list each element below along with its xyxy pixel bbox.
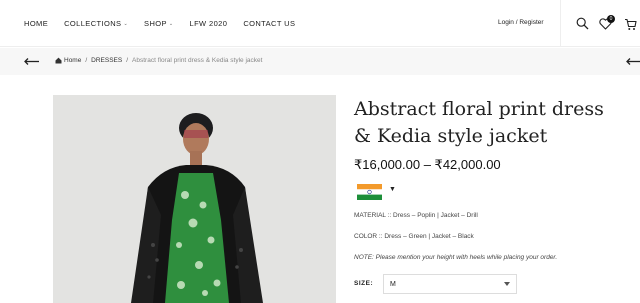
currency-dropdown-caret-icon[interactable]: ▼ [389, 186, 396, 193]
main-nav: HOME COLLECTIONS ⌄ SHOP ⌄ LFW 2020 CONTACT… [24, 0, 311, 47]
product-image[interactable] [53, 95, 336, 303]
breadcrumb-category[interactable]: DRESSES [91, 57, 122, 64]
cart-icon[interactable] [624, 18, 637, 31]
breadcrumb-separator: / [126, 57, 129, 64]
model-photo-illustration [53, 95, 336, 303]
product-material: MATERIAL :: Dress – Poplin | Jacket – Dr… [354, 212, 478, 219]
nav-contact-us[interactable]: CONTACT US [243, 19, 295, 28]
site-header: HOME COLLECTIONS ⌄ SHOP ⌄ LFW 2020 CONTACT… [0, 0, 640, 47]
chevron-down-icon: ⌄ [168, 20, 174, 27]
header-divider [560, 0, 561, 47]
size-selected-value: M [390, 281, 396, 288]
product-price: ₹16,000.00 – ₹42,000.00 [354, 157, 501, 172]
size-select[interactable]: M [383, 274, 517, 294]
breadcrumb-separator: / [85, 57, 88, 64]
chevron-down-icon: ⌄ [123, 20, 129, 27]
breadcrumb-home[interactable]: Home [64, 57, 81, 64]
breadcrumb-bar: Home / DRESSES / Abstract floral print d… [0, 48, 640, 75]
product-note: NOTE: Please mention your height with he… [354, 254, 558, 261]
breadcrumb: Home / DRESSES / Abstract floral print d… [55, 57, 262, 64]
product-color: COLOR :: Dress – Green | Jacket – Black [354, 233, 474, 240]
nav-home[interactable]: HOME [24, 19, 48, 28]
back-arrow-icon[interactable] [24, 57, 39, 66]
nav-shop[interactable]: SHOP ⌄ [144, 19, 173, 28]
chevron-down-icon [504, 282, 510, 286]
breadcrumb-current: Abstract floral print dress & Kedia styl… [132, 57, 263, 64]
home-icon [55, 57, 62, 64]
prev-product-arrow-icon[interactable] [626, 57, 640, 66]
nav-collections[interactable]: COLLECTIONS ⌄ [64, 19, 128, 28]
size-label: SIZE: [354, 280, 374, 287]
wishlist-count-badge: 0 [607, 15, 615, 23]
india-flag-icon[interactable] [357, 184, 382, 200]
search-icon[interactable] [576, 17, 589, 30]
login-register-link[interactable]: Login / Register [498, 19, 544, 26]
nav-lfw-2020[interactable]: LFW 2020 [190, 19, 228, 28]
product-title: Abstract floral print dress & Kedia styl… [354, 98, 604, 147]
